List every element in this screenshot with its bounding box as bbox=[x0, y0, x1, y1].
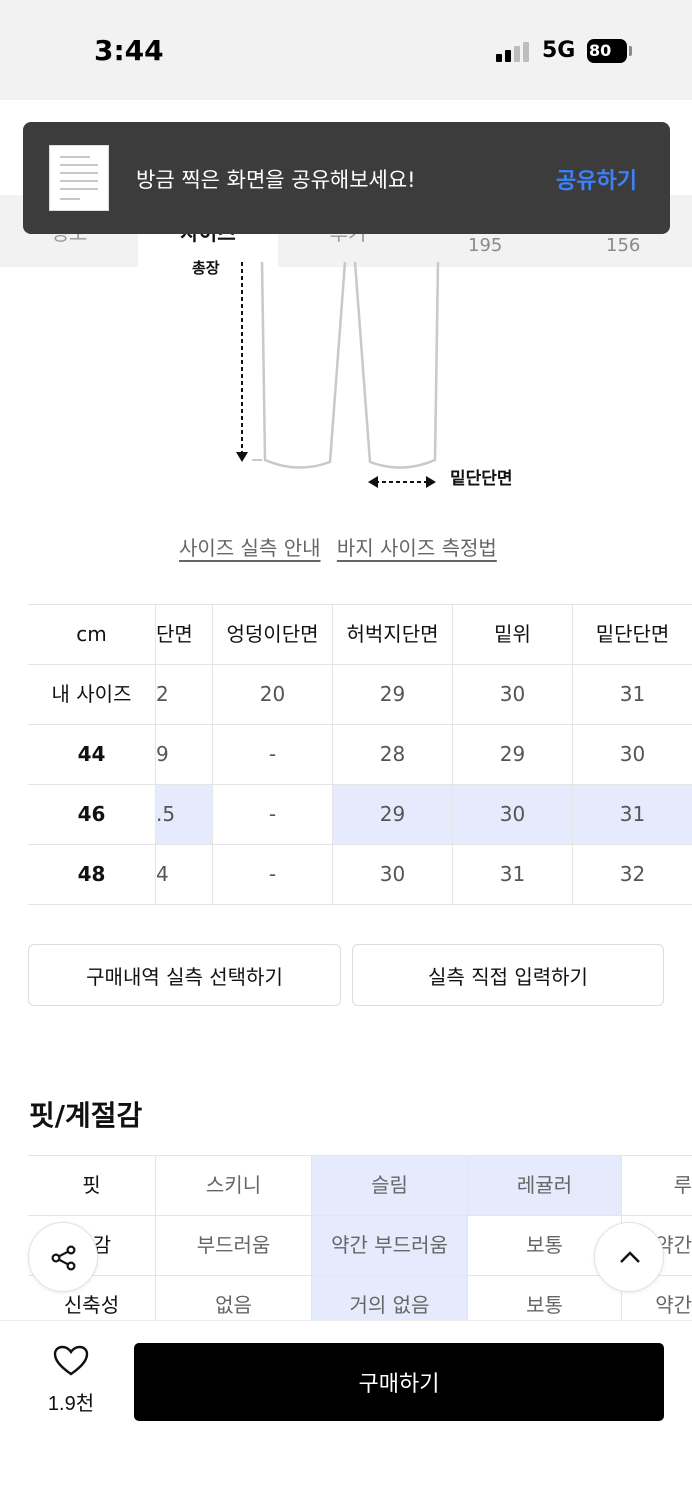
share-fab[interactable] bbox=[28, 1222, 98, 1292]
chevron-up-icon bbox=[620, 1251, 640, 1263]
size-guide-links: 사이즈 실측 안내 바지 사이즈 측정법 bbox=[179, 532, 507, 561]
overflow-value: 195 bbox=[468, 235, 503, 256]
pants-measurement-diagram bbox=[236, 262, 440, 488]
battery-tip bbox=[629, 46, 632, 56]
cellular-signal-icon bbox=[496, 40, 530, 62]
fit-row: 부드러움 약간 부드러움 보통 약간 감 bbox=[28, 1216, 692, 1276]
scroll-top-fab[interactable] bbox=[594, 1222, 664, 1292]
table-cell: 29 bbox=[333, 665, 453, 724]
table-cell: 2 bbox=[156, 665, 213, 724]
toast-message: 방금 찍은 화면을 공유해보세요! bbox=[136, 168, 416, 192]
column-header: 허벅지단면 bbox=[333, 605, 453, 664]
measure-guide-link[interactable]: 바지 사이즈 측정법 bbox=[337, 536, 497, 560]
label-total-length: 총장 bbox=[192, 259, 220, 277]
table-cell: 29 bbox=[333, 785, 453, 844]
row-label: 44 bbox=[28, 725, 156, 784]
table-cell: 29 bbox=[453, 725, 573, 784]
fit-row: 없음 거의 없음 보통 약간 신축성 bbox=[28, 1276, 692, 1325]
table-cell: - bbox=[213, 845, 333, 904]
like-count: 1.9천 bbox=[47, 1393, 95, 1415]
network-type: 5G bbox=[542, 38, 576, 63]
battery-level: 80 bbox=[589, 41, 612, 60]
size-table-header: 단면 엉덩이단면 허벅지단면 밑위 밑단단면 cm bbox=[28, 605, 692, 665]
like-button[interactable]: 1.9천 bbox=[40, 1345, 102, 1415]
row-label: 내 사이즈 bbox=[28, 665, 156, 724]
fit-option-selected: 약간 부드러움 bbox=[312, 1216, 468, 1275]
fit-option-selected: 레귤러 bbox=[468, 1156, 622, 1215]
table-cell: - bbox=[213, 725, 333, 784]
fit-row: 스키니 슬림 레귤러 루 핏 bbox=[28, 1156, 692, 1216]
table-cell: 31 bbox=[573, 785, 692, 844]
fit-table: 스키니 슬림 레귤러 루 핏 부드러움 약간 부드러움 보통 약간 감 없음 거… bbox=[28, 1155, 692, 1325]
fit-option: 없음 bbox=[156, 1276, 312, 1325]
size-table: 단면 엉덩이단면 허벅지단면 밑위 밑단단면 cm 2 20 29 30 31 … bbox=[28, 604, 692, 905]
status-time: 3:44 bbox=[94, 34, 164, 67]
table-cell: 20 bbox=[213, 665, 333, 724]
purchase-history-button[interactable]: 구매내역 실측 선택하기 bbox=[28, 944, 341, 1006]
row-label: 48 bbox=[28, 845, 156, 904]
table-row[interactable]: 9 - 28 29 30 44 bbox=[28, 725, 692, 785]
table-row[interactable]: 2 20 29 30 31 내 사이즈 bbox=[28, 665, 692, 725]
row-label: 46 bbox=[28, 785, 156, 844]
column-header: 엉덩이단면 bbox=[213, 605, 333, 664]
table-cell: 30 bbox=[333, 845, 453, 904]
fit-option-selected: 슬림 bbox=[312, 1156, 468, 1215]
table-cell: 9 bbox=[156, 725, 213, 784]
table-cell: 28 bbox=[333, 725, 453, 784]
fit-option-selected: 거의 없음 bbox=[312, 1276, 468, 1325]
heart-icon bbox=[53, 1345, 89, 1376]
table-cell: 30 bbox=[619, 742, 646, 766]
table-cell: .5 bbox=[156, 785, 213, 844]
share-button[interactable]: 공유하기 bbox=[556, 163, 637, 195]
size-guide-link[interactable]: 사이즈 실측 안내 bbox=[179, 536, 321, 560]
table-cell: 4 bbox=[156, 845, 213, 904]
fit-row-label: 핏 bbox=[28, 1156, 156, 1215]
table-cell: 30 bbox=[453, 785, 573, 844]
table-cell: 31 bbox=[453, 845, 573, 904]
fit-option: 보통 bbox=[468, 1276, 622, 1325]
fit-option: 루 bbox=[673, 1173, 692, 1197]
table-row-selected[interactable]: .5 - 29 30 31 46 bbox=[28, 785, 692, 845]
share-icon bbox=[51, 1245, 76, 1271]
column-header: 밑위 bbox=[453, 605, 573, 664]
battery-icon: 80 bbox=[587, 39, 627, 63]
column-header: 밑단단면 bbox=[595, 622, 670, 646]
label-bottom-width: 밑단단면 bbox=[450, 469, 513, 489]
buy-button[interactable]: 구매하기 bbox=[134, 1343, 664, 1421]
table-cell: 31 bbox=[619, 682, 646, 706]
direct-input-button[interactable]: 실측 직접 입력하기 bbox=[352, 944, 664, 1006]
status-bar: 3:44 5G 80 bbox=[0, 0, 692, 100]
column-header: 단면 bbox=[156, 605, 213, 664]
fit-option: 부드러움 bbox=[156, 1216, 312, 1275]
table-cell: - bbox=[213, 785, 333, 844]
share-toast: 방금 찍은 화면을 공유해보세요! 공유하기 bbox=[23, 122, 670, 234]
overflow-value: 156 bbox=[606, 235, 641, 256]
unit-label: cm bbox=[28, 605, 156, 664]
fit-option: 스키니 bbox=[156, 1156, 312, 1215]
table-row[interactable]: 4 - 30 31 32 48 bbox=[28, 845, 692, 905]
bottom-action-bar: 1.9천 구매하기 bbox=[0, 1320, 692, 1500]
fit-section-title: 핏/계절감 bbox=[29, 1099, 143, 1132]
screenshot-thumbnail[interactable] bbox=[49, 145, 109, 211]
table-cell: 30 bbox=[453, 665, 573, 724]
table-cell: 32 bbox=[619, 862, 646, 886]
